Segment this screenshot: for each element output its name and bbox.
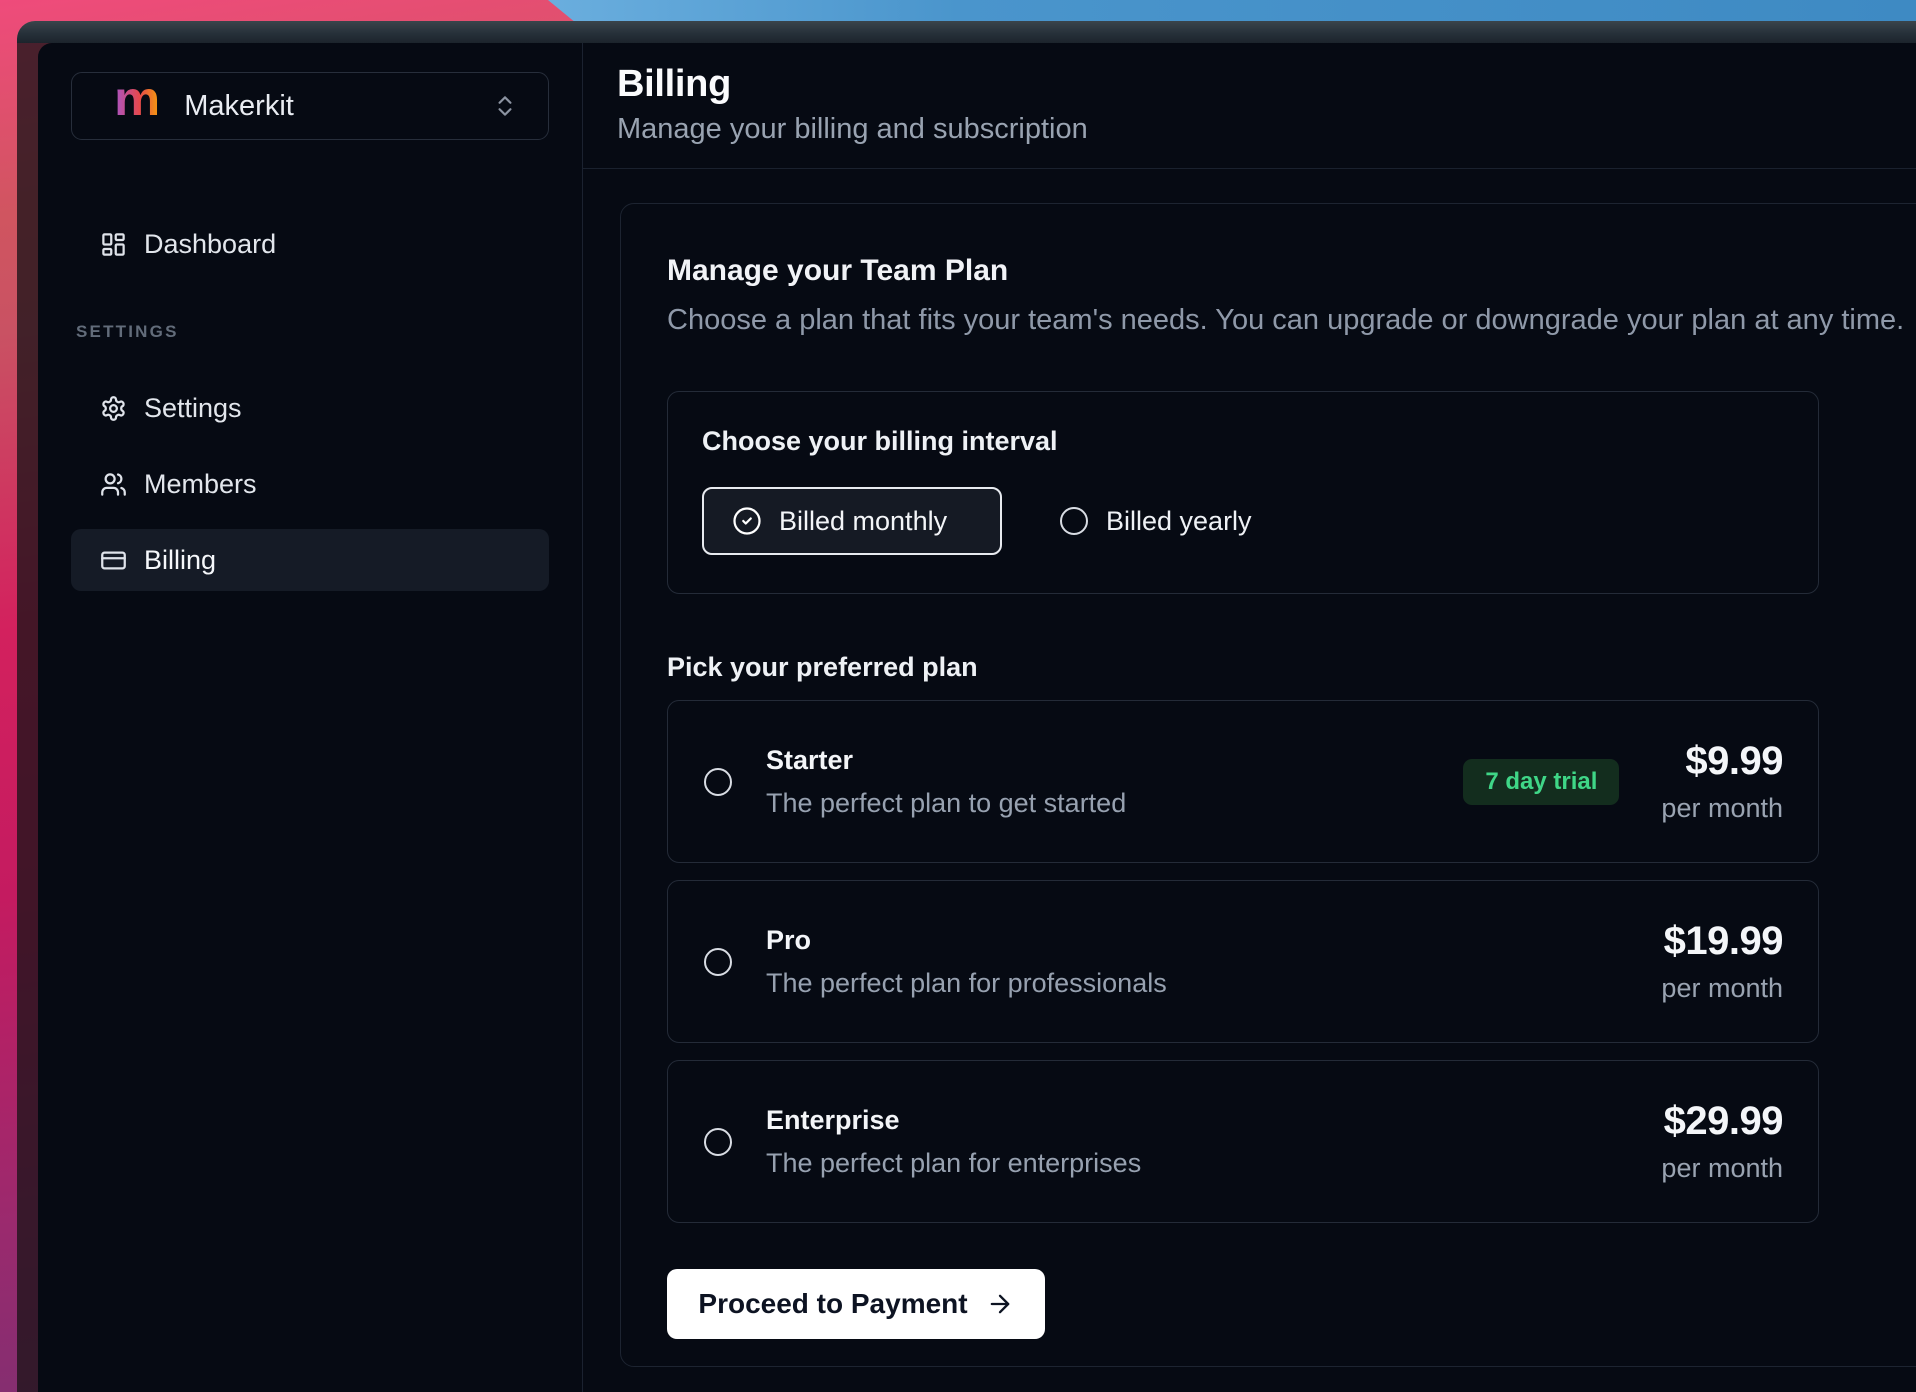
sidebar-item-label: Dashboard	[144, 229, 276, 260]
plans-label: Pick your preferred plan	[667, 652, 1916, 683]
billing-interval-options: Billed monthly Billed yearly	[702, 487, 1784, 555]
plan-name: Pro	[766, 925, 1661, 956]
makerkit-logo: m	[114, 85, 160, 115]
sidebar-item-settings[interactable]: Settings	[71, 377, 549, 439]
plan-price-block: $29.99 per month	[1661, 1099, 1783, 1184]
workspace-selector[interactable]: m Makerkit	[71, 72, 549, 140]
proceed-to-payment-label: Proceed to Payment	[698, 1288, 967, 1320]
billing-interval-group: Choose your billing interval Billed mont…	[667, 391, 1819, 594]
plan-description: The perfect plan to get started	[766, 788, 1463, 819]
plan-price: $29.99	[1664, 1099, 1783, 1144]
sidebar-nav: Dashboard SETTINGS Settings Members	[71, 213, 549, 591]
plan-period: per month	[1661, 1153, 1783, 1184]
plan-description: The perfect plan for professionals	[766, 968, 1661, 999]
radio-unselected-icon[interactable]	[704, 948, 732, 976]
app-content: m Makerkit Dashboard SETTINGS	[38, 43, 1916, 1392]
plan-name: Enterprise	[766, 1105, 1661, 1136]
sidebar-item-label: Members	[144, 469, 257, 500]
billing-content: Manage your Team Plan Choose a plan that…	[583, 169, 1916, 1367]
plan-row-pro[interactable]: Pro The perfect plan for professionals $…	[667, 880, 1819, 1043]
sidebar: m Makerkit Dashboard SETTINGS	[38, 43, 583, 1392]
circle-check-icon	[732, 506, 762, 536]
credit-card-icon	[100, 547, 127, 574]
radio-unselected-icon[interactable]	[704, 768, 732, 796]
page-title: Billing	[617, 63, 1916, 106]
arrow-right-icon	[986, 1290, 1014, 1318]
plan-name: Starter	[766, 745, 1463, 776]
plan-info: Enterprise The perfect plan for enterpri…	[766, 1105, 1661, 1179]
plan-description: The perfect plan for enterprises	[766, 1148, 1661, 1179]
sidebar-item-label: Settings	[144, 393, 242, 424]
desktop-wallpaper-sky	[548, 0, 1916, 23]
proceed-to-payment-button[interactable]: Proceed to Payment	[667, 1269, 1045, 1339]
billing-interval-label: Choose your billing interval	[702, 426, 1784, 457]
plan-info: Starter The perfect plan to get started	[766, 745, 1463, 819]
billed-monthly-label: Billed monthly	[779, 506, 947, 537]
radio-unselected-icon	[1060, 507, 1088, 535]
window-titlebar	[17, 21, 1916, 43]
plan-row-enterprise[interactable]: Enterprise The perfect plan for enterpri…	[667, 1060, 1819, 1223]
billed-yearly-option[interactable]: Billed yearly	[1060, 506, 1252, 537]
plan-period: per month	[1661, 793, 1783, 824]
dashboard-icon	[100, 231, 127, 258]
team-plan-card: Manage your Team Plan Choose a plan that…	[620, 203, 1916, 1367]
plan-row-starter[interactable]: Starter The perfect plan to get started …	[667, 700, 1819, 863]
chevrons-up-down-icon	[492, 93, 518, 119]
plan-price: $9.99	[1685, 739, 1783, 784]
billed-yearly-label: Billed yearly	[1106, 506, 1252, 537]
plan-price: $19.99	[1664, 919, 1783, 964]
main-panel: Billing Manage your billing and subscrip…	[583, 43, 1916, 1392]
page-header: Billing Manage your billing and subscrip…	[583, 43, 1916, 169]
plan-price-block: $19.99 per month	[1661, 919, 1783, 1004]
card-title: Manage your Team Plan	[667, 254, 1916, 288]
plan-price-block: $9.99 per month	[1661, 739, 1783, 824]
gear-icon	[100, 395, 127, 422]
sidebar-item-billing[interactable]: Billing	[71, 529, 549, 591]
workspace-name: Makerkit	[184, 90, 468, 123]
sidebar-item-dashboard[interactable]: Dashboard	[71, 213, 549, 275]
card-description: Choose a plan that fits your team's need…	[667, 304, 1916, 337]
sidebar-item-label: Billing	[144, 545, 216, 576]
radio-unselected-icon[interactable]	[704, 1128, 732, 1156]
trial-badge: 7 day trial	[1463, 759, 1619, 805]
users-icon	[100, 471, 127, 498]
plan-period: per month	[1661, 973, 1783, 1004]
app-window: m Makerkit Dashboard SETTINGS	[17, 21, 1916, 1392]
page-subtitle: Manage your billing and subscription	[617, 113, 1916, 146]
sidebar-item-members[interactable]: Members	[71, 453, 549, 515]
billed-monthly-option[interactable]: Billed monthly	[702, 487, 1002, 555]
sidebar-section-settings-label: SETTINGS	[76, 322, 549, 342]
plan-info: Pro The perfect plan for professionals	[766, 925, 1661, 999]
